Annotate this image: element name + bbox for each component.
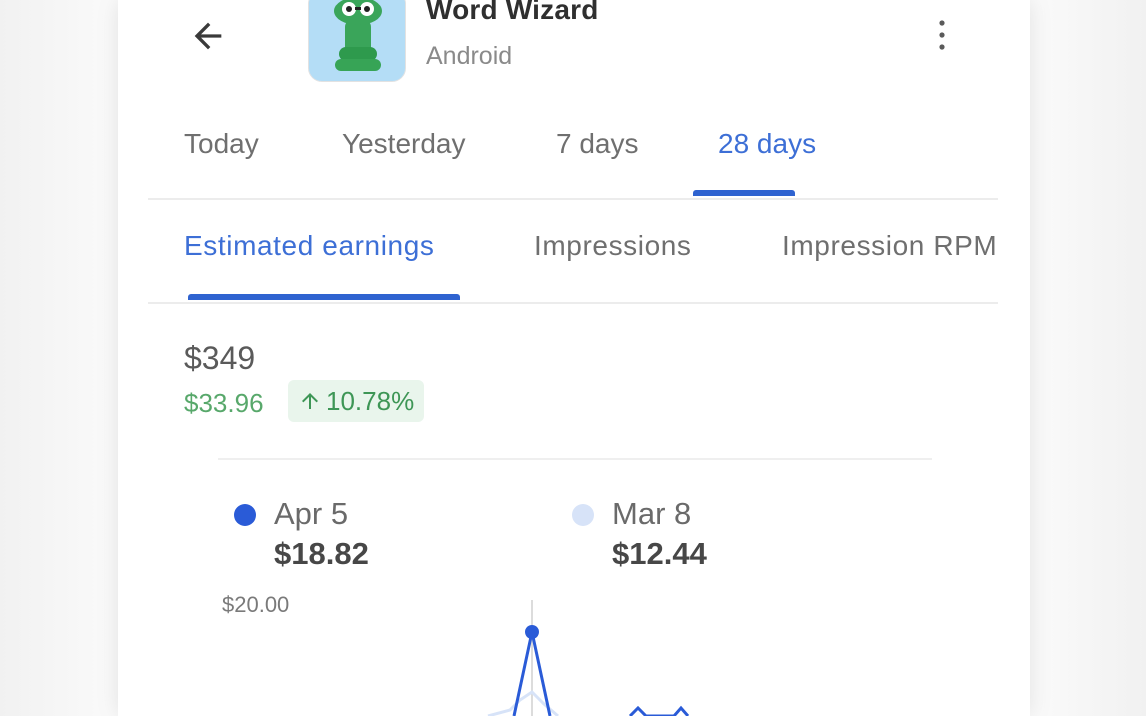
arrow-back-icon xyxy=(194,22,222,50)
legend-date-current: Apr 5 xyxy=(274,496,349,531)
legend-value-previous: $12.44 xyxy=(612,536,707,571)
period-tab-indicator xyxy=(693,190,795,196)
tab-7-days[interactable]: 7 days xyxy=(556,128,639,160)
app-platform: Android xyxy=(426,42,513,70)
word-wizard-app-icon xyxy=(308,0,406,82)
tab-estimated-earnings[interactable]: Estimated earnings xyxy=(184,230,434,262)
legend-value-current: $18.82 xyxy=(274,536,369,571)
metric-tabs: Estimated earnings Impressions Impressio… xyxy=(148,200,998,304)
chart-divider xyxy=(218,458,932,460)
metric-tab-indicator xyxy=(188,294,460,300)
back-button[interactable] xyxy=(178,8,238,64)
earnings-change-amount: $33.96 xyxy=(184,388,264,418)
legend-date-previous: Mar 8 xyxy=(612,496,692,531)
legend-dot-previous xyxy=(572,504,594,526)
tab-28-days[interactable]: 28 days xyxy=(718,128,816,160)
period-tabs: Today Yesterday 7 days 28 days xyxy=(148,100,998,200)
earnings-chart[interactable] xyxy=(118,580,1030,716)
series-line-current-tail xyxy=(628,705,690,716)
earnings-change-percent: 10.78% xyxy=(326,385,415,416)
highlighted-data-point xyxy=(525,625,539,639)
arrow-up-icon xyxy=(302,393,318,409)
legend-dot-current xyxy=(234,504,256,526)
more-options-button[interactable] xyxy=(924,10,960,60)
earnings-change-badge: 10.78% xyxy=(288,380,425,422)
app-screen: Word Wizard Android Today Yesterday 7 da… xyxy=(118,0,1030,716)
earnings-total: $349 xyxy=(184,340,256,376)
tab-impressions[interactable]: Impressions xyxy=(534,230,692,262)
app-header: Word Wizard Android xyxy=(118,0,1030,100)
tab-impression-rpm[interactable]: Impression RPM xyxy=(782,230,997,262)
tab-today[interactable]: Today xyxy=(184,128,259,160)
more-vert-icon xyxy=(939,20,945,50)
app-title: Word Wizard xyxy=(426,0,599,25)
tab-yesterday[interactable]: Yesterday xyxy=(342,128,466,160)
